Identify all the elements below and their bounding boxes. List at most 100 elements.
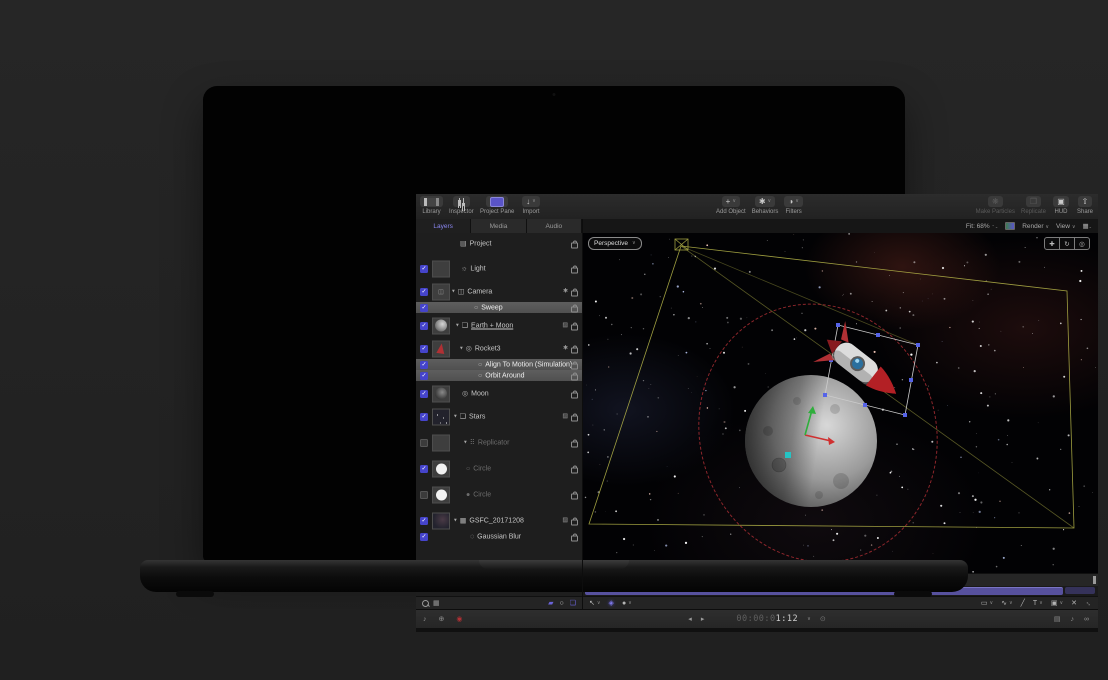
disclosure-triangle-icon[interactable]: ▾ (460, 346, 463, 352)
layer-row-earth-moon[interactable]: ✓▾❏Earth + Moon▨ (416, 315, 582, 336)
layer-checkbox[interactable]: ✓ (420, 322, 428, 330)
lock-icon[interactable] (571, 267, 578, 273)
adjust-item-tool[interactable]: ●∨ (622, 599, 632, 607)
canvas-viewport[interactable]: Perspective∨ ✚↻◎ (583, 233, 1098, 573)
layer-checkbox[interactable]: ✓ (420, 517, 428, 525)
camera-view-dropdown[interactable]: Perspective∨ (588, 237, 642, 250)
bezier-tool[interactable]: ∿∨ (1001, 599, 1013, 607)
channels-icon[interactable]: ▦⌄ (1082, 222, 1092, 230)
layer-checkbox[interactable] (420, 439, 428, 447)
rectangle-tool[interactable]: ▭∨ (981, 599, 993, 607)
lock-icon[interactable] (571, 290, 578, 296)
make-particles-button[interactable]: ❋Make Particles (976, 196, 1015, 215)
layer-row-orbit-around[interactable]: ✓○Orbit Around (416, 370, 582, 381)
lock-icon[interactable] (571, 306, 578, 312)
play-button[interactable]: ▸ (701, 615, 705, 623)
line-tool[interactable]: ╱ (1021, 599, 1025, 607)
pan-tool[interactable]: ✚ (1045, 238, 1060, 249)
lock-icon[interactable] (571, 363, 578, 369)
play-range-end-marker[interactable] (1093, 576, 1096, 584)
layer-checkbox[interactable]: ✓ (420, 304, 428, 312)
disclosure-triangle-icon[interactable]: ▾ (454, 414, 457, 420)
filters-button[interactable]: ◑∨Filters (784, 196, 803, 215)
lock-icon[interactable] (571, 493, 578, 499)
lock-icon[interactable] (571, 535, 578, 541)
replicate-button[interactable]: ❒Replicate (1021, 196, 1046, 215)
layer-row-camera[interactable]: ✓◫▾◫Camera✱ (416, 281, 582, 302)
tab-layers[interactable]: Layers (416, 219, 471, 233)
loop-toggle-button[interactable]: ∞ (1084, 616, 1089, 623)
layer-row-project[interactable]: ▤Project (416, 233, 582, 254)
previous-frame-button[interactable]: ◂ (688, 615, 692, 623)
lock-icon[interactable] (571, 347, 578, 353)
layer-checkbox[interactable] (420, 491, 428, 499)
timecode-display[interactable]: 00:00:01:12 (736, 614, 798, 624)
share-button[interactable]: ⇧Share (1076, 196, 1094, 215)
inspector-button[interactable]: Inspector (449, 196, 474, 215)
add-object-button[interactable]: +∨Add Object (716, 196, 746, 215)
anchor-point-handle[interactable] (785, 452, 791, 458)
timeline-scroll-remainder[interactable] (1065, 587, 1095, 594)
project-pane-button[interactable]: Project Pane (480, 196, 514, 215)
layer-checkbox[interactable]: ✓ (420, 345, 428, 353)
keyframe-view-button[interactable]: ⊕ (439, 615, 445, 623)
layer-checkbox[interactable]: ✓ (420, 361, 428, 369)
search-icon[interactable] (422, 600, 429, 607)
layer-row-light[interactable]: ✓☼Light (416, 258, 582, 279)
timeline-toggle-button[interactable]: ▤ (1054, 615, 1061, 623)
lock-icon[interactable] (571, 415, 578, 421)
behaviors-button[interactable]: ✱∨Behaviors (752, 196, 779, 215)
layer-checkbox[interactable]: ✓ (420, 390, 428, 398)
gear-icon[interactable]: ✱ (563, 346, 568, 352)
orbit-tool[interactable]: ↻ (1060, 238, 1075, 249)
crop-tool[interactable]: ✕ (1071, 599, 1077, 607)
layer-checkbox[interactable]: ✓ (420, 465, 428, 473)
layer-row-gsfc-20171208[interactable]: ✓▾▦GSFC_20171208▨ (416, 510, 582, 531)
layer-checkbox[interactable]: ✓ (420, 533, 428, 541)
lock-icon[interactable] (571, 441, 578, 447)
show-behaviors-icon[interactable]: ○ (559, 600, 563, 607)
lock-icon[interactable] (571, 467, 578, 473)
gear-icon[interactable]: ✱ (563, 289, 568, 295)
show-layers-icon[interactable]: ▰ (548, 600, 553, 607)
layer-row-stars[interactable]: ✓▾❏Stars▨ (416, 406, 582, 427)
lock-icon[interactable] (571, 519, 578, 525)
image-mask-tool[interactable]: ▣∨ (1051, 599, 1063, 607)
layer-row-moon[interactable]: ✓◎Moon (416, 383, 582, 404)
show-filters-icon[interactable]: ❏ (570, 600, 576, 607)
layer-checkbox[interactable]: ✓ (420, 413, 428, 421)
text-tool[interactable]: T∨ (1033, 599, 1043, 607)
audio-toggle-button[interactable]: ♪ (1071, 616, 1075, 623)
tab-media[interactable]: Media (471, 219, 526, 233)
record-button[interactable]: ◉ (456, 615, 462, 623)
library-button[interactable]: Library (420, 196, 443, 215)
resize-handle-icon[interactable]: ↔ (1084, 598, 1094, 608)
timecode-menu-icon[interactable]: ∨ (807, 617, 811, 622)
disclosure-triangle-icon[interactable]: ▾ (464, 440, 467, 446)
clock-icon[interactable]: ⊙ (820, 615, 826, 623)
hud-button[interactable]: ▣HUD (1052, 196, 1070, 215)
disclosure-triangle-icon[interactable]: ▾ (454, 518, 457, 524)
layer-row-sweep[interactable]: ✓○Sweep (416, 302, 582, 313)
layer-row-gaussian-blur[interactable]: ✓◌Gaussian Blur (416, 531, 582, 542)
layer-row-circle[interactable]: ●Circle (416, 484, 582, 505)
layer-checkbox[interactable]: ✓ (420, 372, 428, 380)
disclosure-triangle-icon[interactable]: ▾ (452, 289, 455, 295)
layer-row-replicator[interactable]: ▾⠿Replicator (416, 432, 582, 453)
color-swatch-icon[interactable] (1005, 222, 1015, 230)
view-menu[interactable]: View ∨ (1056, 223, 1075, 230)
lock-icon[interactable] (571, 242, 578, 248)
import-button[interactable]: ↓∨Import (522, 196, 540, 215)
lock-icon[interactable] (571, 324, 578, 330)
layer-checkbox[interactable]: ✓ (420, 265, 428, 273)
filmstrip-icon[interactable]: ▦ (433, 600, 440, 607)
select-transform-tool[interactable]: ↖∨ (589, 599, 601, 607)
lock-icon[interactable] (571, 392, 578, 398)
layer-row-rocket3[interactable]: ✓▾◎Rocket3✱ (416, 338, 582, 359)
layer-checkbox[interactable]: ✓ (420, 288, 428, 296)
disclosure-triangle-icon[interactable]: ▾ (456, 323, 459, 329)
fit-stepper-icon[interactable]: ⌃⌄ (992, 224, 999, 229)
moon-object[interactable] (745, 375, 877, 507)
tab-audio[interactable]: Audio (527, 219, 582, 233)
layer-row-circle[interactable]: ✓○Circle (416, 458, 582, 479)
